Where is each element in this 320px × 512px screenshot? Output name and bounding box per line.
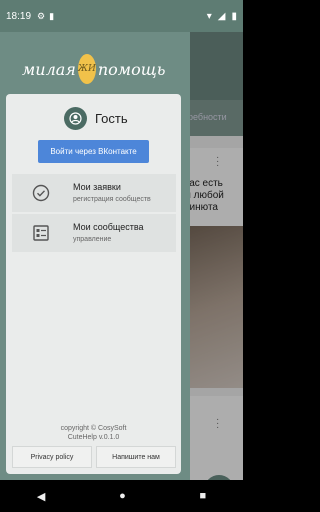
wifi-icon: ▾ <box>206 10 212 22</box>
home-icon[interactable]: ● <box>119 490 126 502</box>
logo-seal: ЖИ <box>77 54 96 84</box>
check-circle-icon <box>32 184 50 202</box>
app-logo: милая ЖИ помощь <box>22 54 165 84</box>
battery-saver-icon: ▮ <box>49 10 55 21</box>
menu-item-my-requests[interactable]: Мои заявки регистрация сообществ <box>12 174 176 212</box>
notification-icon: ⚙ <box>37 10 46 21</box>
avatar <box>64 107 87 130</box>
logo-text-right: помощь <box>97 59 166 79</box>
user-name: Гость <box>95 111 128 126</box>
status-bar: 18:19 ⚙ ▮ ▾ ◢ ▮ <box>0 0 243 32</box>
version-text: CuteHelp v.0.1.0 <box>67 434 120 441</box>
signal-icon: ◢ <box>217 10 226 22</box>
contact-us-button[interactable]: Напишите нам <box>96 446 176 468</box>
navigation-drawer: милая ЖИ помощь Гость Войти через ВКонта… <box>0 32 190 480</box>
user-icon <box>69 112 82 125</box>
copyright-block: copyright © CosySoft CuteHelp v.0.1.0 <box>6 424 181 442</box>
drawer-scrim[interactable] <box>190 32 243 480</box>
drawer-panel: Гость Войти через ВКонтакте Мои заявки р… <box>6 94 181 474</box>
menu-item-title: Мои заявки <box>73 182 121 192</box>
system-nav-bar: ◀ ● ■ <box>0 480 243 512</box>
status-time: 18:19 <box>6 10 32 22</box>
logo-seal-text: ЖИ <box>77 64 96 74</box>
battery-icon: ▮ <box>231 10 237 22</box>
menu-item-subtitle: управление <box>73 236 112 243</box>
menu-item-subtitle: регистрация сообществ <box>73 196 151 203</box>
copyright-text: copyright © CosySoft <box>60 425 127 432</box>
user-header: Гость <box>64 107 128 130</box>
vk-login-button[interactable]: Войти через ВКонтакте <box>38 140 149 163</box>
recents-icon[interactable]: ■ <box>199 490 206 502</box>
menu-item-my-communities[interactable]: Мои сообщества управление <box>12 214 176 252</box>
privacy-policy-button[interactable]: Privacy policy <box>12 446 92 468</box>
back-icon[interactable]: ◀ <box>37 490 45 503</box>
menu-item-title: Мои сообщества <box>73 222 144 232</box>
logo-text-left: милая <box>22 59 76 79</box>
list-card-icon <box>32 224 50 242</box>
